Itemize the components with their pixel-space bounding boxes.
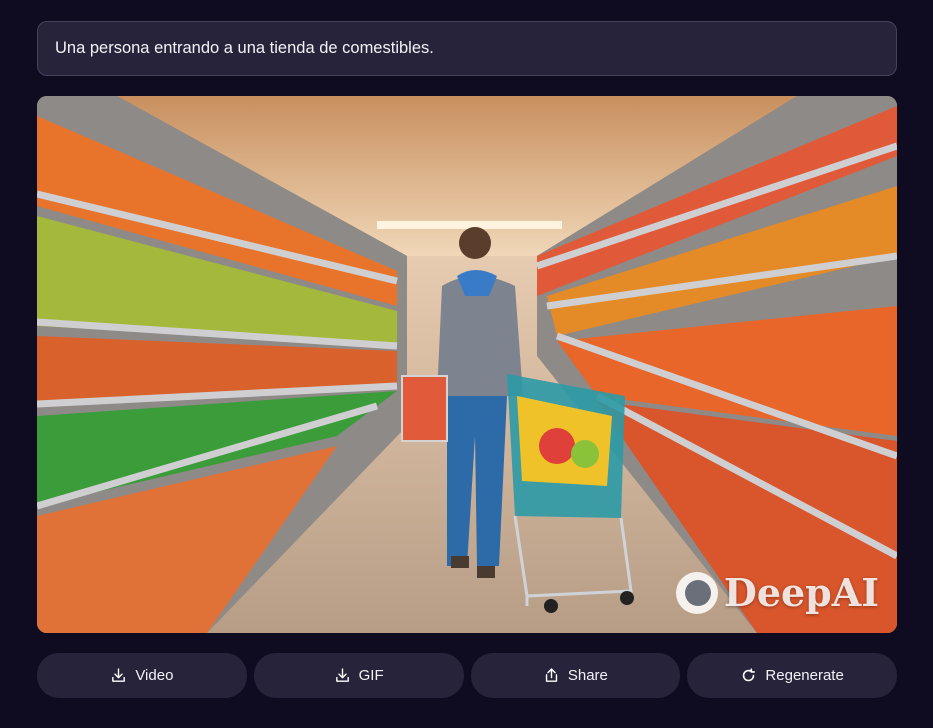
share-button[interactable]: Share [470, 653, 681, 698]
prompt-display[interactable]: Una persona entrando a una tienda de com… [37, 21, 897, 76]
refresh-icon [743, 668, 756, 682]
download-icon [112, 668, 126, 682]
regenerate-label: Regenerate [765, 667, 844, 684]
watermark-text: DeepAI [723, 570, 879, 615]
deepai-watermark: DeepAI [675, 570, 879, 615]
download-gif-label: GIF [358, 667, 384, 684]
download-video-button[interactable]: Video [37, 653, 247, 698]
regenerate-button[interactable]: Regenerate [687, 653, 897, 698]
share-label: Share [567, 667, 608, 684]
deepai-logo-icon [675, 571, 718, 614]
download-icon [335, 668, 349, 682]
generated-image: DeepAI [37, 96, 897, 633]
download-video-label: Video [135, 667, 174, 684]
download-gif-button[interactable]: GIF [253, 653, 464, 698]
action-bar: Video GIF Share Regenerate [37, 653, 897, 698]
share-icon [545, 668, 558, 682]
supermarket-aisle-illustration [37, 96, 897, 633]
prompt-text: Una persona entrando a una tienda de com… [55, 39, 434, 57]
